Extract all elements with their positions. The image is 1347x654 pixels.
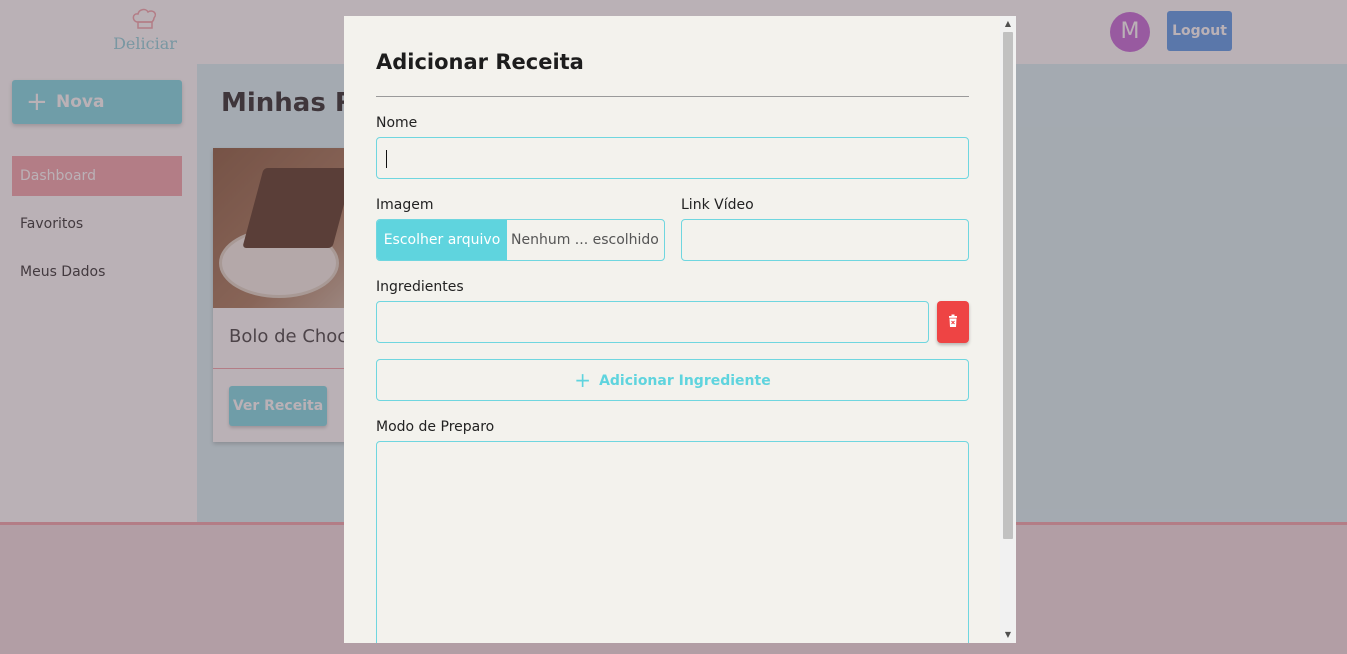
preparation-label: Modo de Preparo [376,419,495,435]
trash-icon [949,314,957,327]
add-recipe-modal: Adicionar Receita Nome Imagem Escolher a… [344,16,1016,643]
name-label: Nome [376,115,418,131]
plus-icon: + [574,368,592,392]
preparation-textarea[interactable] [376,441,969,643]
modal-divider [376,96,969,97]
modal-title: Adicionar Receita [376,50,584,74]
video-link-label: Link Vídeo [681,197,754,213]
name-input[interactable] [376,137,969,179]
text-caret [386,150,387,168]
ingredient-input[interactable] [376,301,929,343]
scroll-up-arrow-icon[interactable]: ▲ [1000,17,1016,31]
remove-ingredient-button[interactable] [937,301,969,343]
scroll-thumb[interactable] [1003,32,1013,539]
file-status-text: Nenhum ... escolhido [511,232,659,248]
video-link-input[interactable] [681,219,969,261]
choose-file-button[interactable]: Escolher arquivo [377,220,507,260]
ingredients-label: Ingredientes [376,279,464,295]
add-ingredient-button[interactable]: + Adicionar Ingrediente [376,359,969,401]
modal-scrollbar[interactable]: ▲ ▼ [1000,16,1016,643]
image-label: Imagem [376,197,434,213]
add-ingredient-label: Adicionar Ingrediente [599,373,771,389]
image-file-input[interactable]: Escolher arquivo Nenhum ... escolhido [376,219,665,261]
scroll-down-arrow-icon[interactable]: ▼ [1000,628,1016,642]
